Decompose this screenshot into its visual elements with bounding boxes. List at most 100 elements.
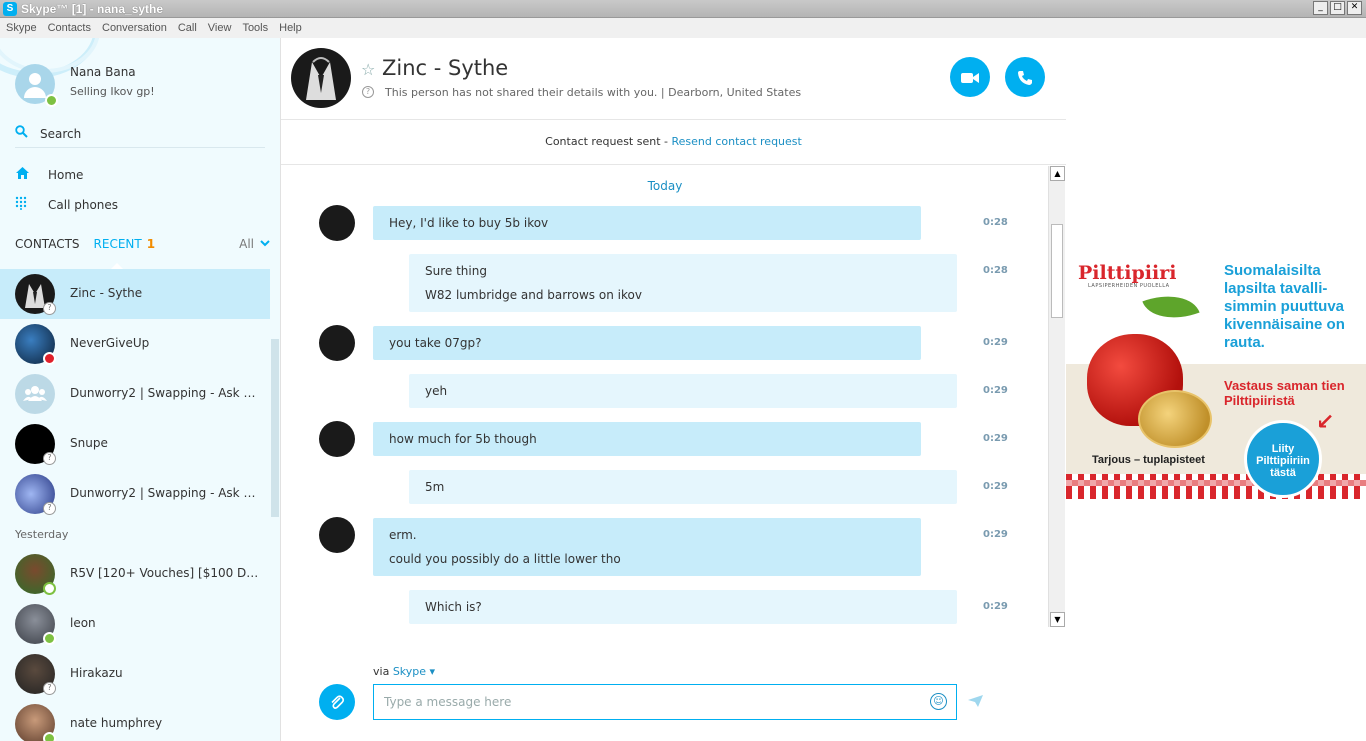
message-bubble-incoming[interactable]: you take 07gp? [373, 326, 921, 360]
message-composer[interactable]: ☺ [373, 684, 957, 720]
list-item[interactable]: ? Snupe [0, 419, 270, 469]
message-bubble-outgoing[interactable]: yeh [409, 374, 957, 408]
message-bubble-incoming[interactable]: erm. could you possibly do a little lowe… [373, 518, 921, 576]
contact-avatar: ? [15, 274, 56, 315]
message-bubble-outgoing[interactable]: Sure thing W82 lumbridge and barrows on … [409, 254, 957, 312]
menu-call[interactable]: Call [178, 22, 197, 34]
scroll-up-arrow[interactable]: ▲ [1050, 166, 1065, 181]
status-unknown-icon: ? [43, 502, 56, 515]
message-text: you take 07gp? [389, 336, 482, 350]
my-avatar[interactable] [15, 64, 58, 107]
message-bubble-outgoing[interactable]: 5m [409, 470, 957, 504]
menu-tools[interactable]: Tools [242, 22, 268, 34]
my-name: Nana Bana [70, 65, 136, 79]
list-item[interactable]: Dunworry2 | Swapping - Ask Me For Rates … [0, 369, 270, 419]
sidebar-scrollbar[interactable] [271, 339, 279, 517]
sidebar: Nana Bana Selling Ikov gp! Search Home C… [0, 38, 281, 741]
section-yesterday: Yesterday [15, 527, 69, 541]
list-item[interactable]: leon [0, 599, 270, 649]
list-item[interactable]: ? Dunworry2 | Swapping - Ask Me For Rate… [0, 469, 270, 519]
video-call-button[interactable] [950, 57, 990, 97]
resend-contact-request-link[interactable]: Resend contact request [672, 135, 802, 148]
skype-app-icon: S [3, 1, 17, 16]
scroll-thumb[interactable] [1051, 224, 1063, 318]
list-item[interactable]: ? Zinc - Sythe [0, 269, 270, 319]
scroll-down-arrow[interactable]: ▼ [1050, 612, 1065, 627]
message-timestamp: 0:29 [983, 433, 1008, 444]
message-text: W82 lumbridge and barrows on ikov [425, 288, 642, 302]
contact-avatar-large[interactable] [291, 48, 351, 108]
minimize-button[interactable]: _ [1313, 1, 1328, 15]
contact-title: Zinc - Sythe [382, 56, 509, 80]
message-text: yeh [425, 384, 448, 398]
contact-name: nate humphrey [70, 716, 163, 730]
sender-avatar[interactable] [319, 421, 355, 457]
online-status-icon [43, 632, 56, 645]
contact-details: This person has not shared their details… [385, 86, 802, 99]
message-text: Sure thing [425, 264, 487, 278]
emoticon-icon[interactable]: ☺ [930, 693, 947, 710]
list-item[interactable]: NeverGiveUp [0, 319, 270, 369]
ad-join-button[interactable]: Liity Pilttipiiriin tästä [1244, 420, 1322, 498]
maximize-button[interactable]: □ [1330, 1, 1345, 15]
contact-avatar: ? [15, 474, 56, 515]
favorite-star-icon[interactable]: ☆ [361, 60, 375, 79]
contact-name: Dunworry2 | Swapping - Ask Me For Rates … [70, 386, 260, 400]
contact-avatar: ? [15, 654, 56, 695]
nav-home[interactable]: Home [15, 166, 83, 184]
search-icon [15, 125, 40, 142]
message-timestamp: 0:28 [983, 265, 1008, 276]
message-input[interactable] [384, 693, 914, 711]
chevron-down-icon [260, 239, 270, 250]
contact-name: R5V [120+ Vouches] [$100 Donator] [70, 566, 260, 580]
video-camera-icon [961, 72, 979, 83]
contact-name: Zinc - Sythe [70, 286, 143, 300]
conversation-scrollbar[interactable]: ▲ ▼ [1048, 166, 1065, 627]
recent-count-badge: 1 [146, 237, 156, 251]
tab-recent[interactable]: RECENT [94, 237, 142, 251]
menu-skype[interactable]: Skype [6, 22, 37, 34]
window-title: Skype™ [1] - nana_sythe [21, 1, 164, 16]
filter-dropdown[interactable]: All [239, 237, 270, 251]
message-text: 5m [425, 480, 445, 494]
contact-request-bar: Contact request sent - Resend contact re… [281, 120, 1066, 165]
contact-tabs: CONTACTS RECENT 1 All [15, 237, 270, 251]
list-item[interactable]: nate humphrey [0, 699, 270, 741]
conversation-header: ☆ Zinc - Sythe ? This person has not sha… [281, 38, 1066, 120]
recent-conversations-list: ? Zinc - Sythe NeverGiveUp Dunworry2 | S… [0, 269, 270, 741]
dialpad-icon [15, 196, 48, 214]
status-unknown-icon: ? [43, 302, 56, 315]
menu-contacts[interactable]: Contacts [48, 22, 91, 34]
attach-button[interactable] [319, 684, 355, 720]
search-button[interactable]: Search [15, 120, 265, 148]
sender-avatar[interactable] [319, 517, 355, 553]
sender-avatar[interactable] [319, 325, 355, 361]
conversation-pane: ☆ Zinc - Sythe ? This person has not sha… [281, 38, 1066, 741]
phone-icon [1018, 70, 1032, 85]
menu-help[interactable]: Help [279, 22, 302, 34]
menu-view[interactable]: View [208, 22, 232, 34]
list-item[interactable]: R5V [120+ Vouches] [$100 Donator] [0, 549, 270, 599]
contact-name: NeverGiveUp [70, 336, 150, 350]
paperclip-icon [331, 694, 345, 709]
my-profile[interactable]: Nana Bana Selling Ikov gp! [15, 64, 155, 107]
sender-avatar[interactable] [319, 205, 355, 241]
blocked-status-icon [43, 352, 56, 365]
audio-call-button[interactable] [1005, 57, 1045, 97]
message-bubble-incoming[interactable]: Hey, I'd like to buy 5b ikov [373, 206, 921, 240]
ad-answer: Vastaus saman tien Pilttipiiristä [1224, 378, 1345, 408]
close-button[interactable]: ✕ [1347, 1, 1362, 15]
date-separator: Today [647, 179, 683, 193]
nav-call-phones[interactable]: Call phones [15, 196, 118, 214]
contact-avatar [15, 704, 56, 741]
send-button[interactable] [967, 693, 984, 712]
message-bubble-outgoing[interactable]: Which is? [409, 590, 957, 624]
advertisement-banner[interactable]: Pilttipiiri LAPSIPERHEIDEN PUOLELLA Suom… [1066, 262, 1366, 499]
send-via-selector[interactable]: via Skype ▾ [373, 665, 435, 678]
list-item[interactable]: ? Hirakazu [0, 649, 270, 699]
my-mood-message[interactable]: Selling Ikov gp! [70, 85, 155, 98]
ad-headline: Suomalaisilta lapsilta tavalli-simmin pu… [1224, 262, 1345, 351]
message-bubble-incoming[interactable]: how much for 5b though [373, 422, 921, 456]
tab-contacts[interactable]: CONTACTS [15, 237, 80, 251]
menu-conversation[interactable]: Conversation [102, 22, 167, 34]
